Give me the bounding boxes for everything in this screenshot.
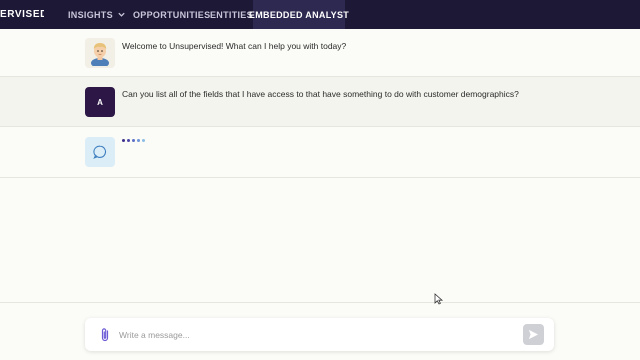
composer-divider xyxy=(0,302,640,303)
typing-indicator xyxy=(122,139,145,142)
top-navigation: ERVISED INSIGHTS OPPORTUNITIES ENTITIES … xyxy=(0,0,640,29)
message-input[interactable] xyxy=(119,326,499,343)
memoji-avatar-icon xyxy=(91,43,109,66)
chat-message-assistant-typing xyxy=(0,127,640,178)
typing-dot xyxy=(132,139,135,142)
message-composer xyxy=(85,318,554,351)
chat-message-assistant: Welcome to Unsupervised! What can I help… xyxy=(0,29,640,77)
typing-dot xyxy=(122,139,125,142)
typing-dot xyxy=(142,139,145,142)
brand-logo[interactable]: ERVISED xyxy=(0,0,44,29)
nav-item-label: INSIGHTS xyxy=(68,9,113,20)
chevron-down-icon xyxy=(118,12,125,17)
chat-bubble-icon xyxy=(93,145,107,159)
brand-text: ERVISED xyxy=(0,9,44,20)
nav-item-embedded-analyst[interactable]: EMBEDDED ANALYST xyxy=(249,0,349,29)
nav-item-label: OPPORTUNITIES xyxy=(133,9,211,20)
assistant-avatar xyxy=(85,38,115,68)
mouse-cursor-icon xyxy=(434,293,444,305)
message-text: Welcome to Unsupervised! What can I help… xyxy=(122,41,347,51)
nav-item-opportunities[interactable]: OPPORTUNITIES xyxy=(127,0,216,29)
nav-item-label: ENTITIES xyxy=(210,9,253,20)
paperclip-icon[interactable] xyxy=(98,327,112,343)
user-avatar: A xyxy=(85,87,115,117)
send-button[interactable] xyxy=(523,324,544,345)
chat-message-user: A Can you list all of the fields that I … xyxy=(0,77,640,127)
message-text: Can you list all of the fields that I ha… xyxy=(122,89,519,99)
assistant-avatar xyxy=(85,137,115,167)
send-icon xyxy=(528,329,539,340)
typing-dot xyxy=(127,139,130,142)
typing-dot xyxy=(137,139,140,142)
nav-item-insights[interactable]: INSIGHTS xyxy=(62,0,132,29)
nav-item-label: EMBEDDED ANALYST xyxy=(248,9,350,20)
user-avatar-initial: A xyxy=(97,97,103,107)
